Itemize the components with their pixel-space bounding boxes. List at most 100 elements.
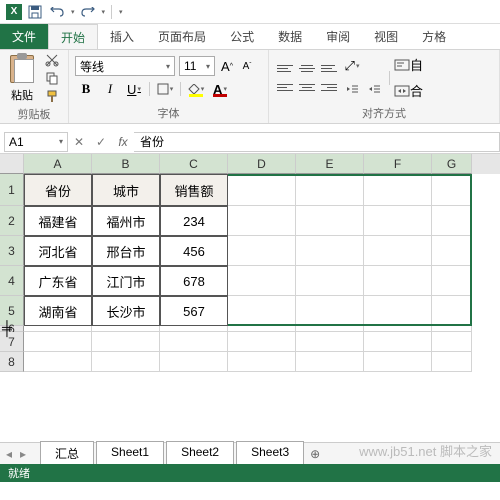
cell[interactable] <box>432 296 472 326</box>
redo-dropdown-icon[interactable]: ▾ <box>102 8 106 16</box>
tab-file[interactable]: 文件 <box>0 24 48 49</box>
cell[interactable] <box>432 332 472 352</box>
column-header[interactable]: B <box>92 154 160 174</box>
table-cell[interactable]: 邢台市 <box>92 236 160 266</box>
cell[interactable] <box>296 174 364 206</box>
grow-font-button[interactable]: A^ <box>219 57 235 75</box>
cell[interactable] <box>432 206 472 236</box>
column-header[interactable]: E <box>296 154 364 174</box>
cell[interactable] <box>24 332 92 352</box>
table-cell[interactable]: 678 <box>160 266 228 296</box>
font-name-combo[interactable]: 等线 ▾ <box>75 56 175 76</box>
column-header[interactable]: D <box>228 154 296 174</box>
formula-input[interactable]: 省份 <box>134 132 500 152</box>
cell[interactable] <box>228 332 296 352</box>
table-header-cell[interactable]: 城市 <box>92 174 160 206</box>
cell[interactable] <box>228 206 296 236</box>
table-cell[interactable]: 河北省 <box>24 236 92 266</box>
cell[interactable] <box>364 332 432 352</box>
align-middle-button[interactable] <box>297 60 317 76</box>
align-top-button[interactable] <box>275 60 295 76</box>
name-box[interactable]: A1 ▾ <box>4 132 68 152</box>
cell[interactable] <box>432 352 472 372</box>
cell[interactable] <box>432 266 472 296</box>
qat-customize-icon[interactable]: ▾ <box>119 8 123 16</box>
tab-data[interactable]: 数据 <box>266 24 314 49</box>
add-sheet-button[interactable]: ⊕ <box>304 447 326 461</box>
border-button[interactable]: ▾ <box>154 79 176 99</box>
cell[interactable] <box>296 352 364 372</box>
cell[interactable] <box>432 236 472 266</box>
cell[interactable] <box>228 266 296 296</box>
column-header[interactable]: C <box>160 154 228 174</box>
redo-icon[interactable] <box>79 3 97 21</box>
merge-center-button[interactable]: 合 <box>394 81 423 101</box>
cell[interactable] <box>296 332 364 352</box>
confirm-formula-icon[interactable]: ✓ <box>90 132 112 152</box>
cut-icon[interactable] <box>42 52 62 68</box>
cell[interactable] <box>228 352 296 372</box>
paste-button[interactable]: 粘贴 <box>11 87 33 103</box>
paste-icon[interactable] <box>6 53 38 85</box>
cell[interactable] <box>364 352 432 372</box>
undo-icon[interactable] <box>48 3 66 21</box>
cell[interactable] <box>364 266 432 296</box>
font-size-combo[interactable]: 11 ▾ <box>179 56 215 76</box>
cells-area[interactable]: 省份城市销售额福建省福州市234河北省邢台市456广东省江门市678湖南省长沙市… <box>24 174 472 372</box>
cell[interactable] <box>160 332 228 352</box>
table-cell[interactable]: 长沙市 <box>92 296 160 326</box>
table-cell[interactable]: 福建省 <box>24 206 92 236</box>
bold-button[interactable]: B <box>75 79 97 99</box>
format-painter-icon[interactable] <box>42 88 62 104</box>
fill-color-button[interactable]: ▾ <box>185 79 207 99</box>
table-header-cell[interactable]: 省份 <box>24 174 92 206</box>
table-cell[interactable]: 567 <box>160 296 228 326</box>
align-right-button[interactable] <box>319 79 339 95</box>
sheet-nav-prev-icon[interactable]: ◂ <box>6 447 18 461</box>
cell[interactable] <box>24 352 92 372</box>
cell[interactable] <box>296 206 364 236</box>
table-cell[interactable]: 广东省 <box>24 266 92 296</box>
cell[interactable] <box>296 266 364 296</box>
cell[interactable] <box>92 352 160 372</box>
tab-insert[interactable]: 插入 <box>98 24 146 49</box>
shrink-font-button[interactable]: Aˇ <box>239 57 255 75</box>
cell[interactable] <box>432 174 472 206</box>
table-cell[interactable]: 234 <box>160 206 228 236</box>
sheet-tab[interactable]: Sheet3 <box>236 441 304 467</box>
tab-review[interactable]: 审阅 <box>314 24 362 49</box>
increase-indent-button[interactable] <box>363 79 385 99</box>
cell[interactable] <box>92 332 160 352</box>
table-header-cell[interactable]: 销售额 <box>160 174 228 206</box>
decrease-indent-button[interactable] <box>341 79 363 99</box>
column-header[interactable]: F <box>364 154 432 174</box>
cell[interactable] <box>228 236 296 266</box>
undo-dropdown-icon[interactable]: ▾ <box>71 8 75 16</box>
font-color-button[interactable]: A▾ <box>209 79 231 99</box>
sheet-tab[interactable]: 汇总 <box>40 441 94 467</box>
sheet-tab[interactable]: Sheet2 <box>166 441 234 467</box>
cell[interactable] <box>296 236 364 266</box>
sheet-tab[interactable]: Sheet1 <box>96 441 164 467</box>
tab-addin[interactable]: 方格 <box>410 24 458 49</box>
cell[interactable] <box>228 296 296 326</box>
table-cell[interactable]: 福州市 <box>92 206 160 236</box>
italic-button[interactable]: I <box>99 79 121 99</box>
column-header[interactable]: G <box>432 154 472 174</box>
cell[interactable] <box>364 236 432 266</box>
underline-button[interactable]: U▾ <box>123 79 145 99</box>
column-header[interactable]: A <box>24 154 92 174</box>
tab-view[interactable]: 视图 <box>362 24 410 49</box>
row-header[interactable]: 8 <box>0 352 24 372</box>
cell[interactable] <box>160 352 228 372</box>
save-icon[interactable] <box>26 3 44 21</box>
cancel-formula-icon[interactable]: ✕ <box>68 132 90 152</box>
table-cell[interactable]: 456 <box>160 236 228 266</box>
cell[interactable] <box>364 206 432 236</box>
align-center-button[interactable] <box>297 79 317 95</box>
select-all-corner[interactable] <box>0 154 24 174</box>
tab-formulas[interactable]: 公式 <box>218 24 266 49</box>
cell[interactable] <box>364 174 432 206</box>
cell[interactable] <box>364 296 432 326</box>
table-cell[interactable]: 湖南省 <box>24 296 92 326</box>
